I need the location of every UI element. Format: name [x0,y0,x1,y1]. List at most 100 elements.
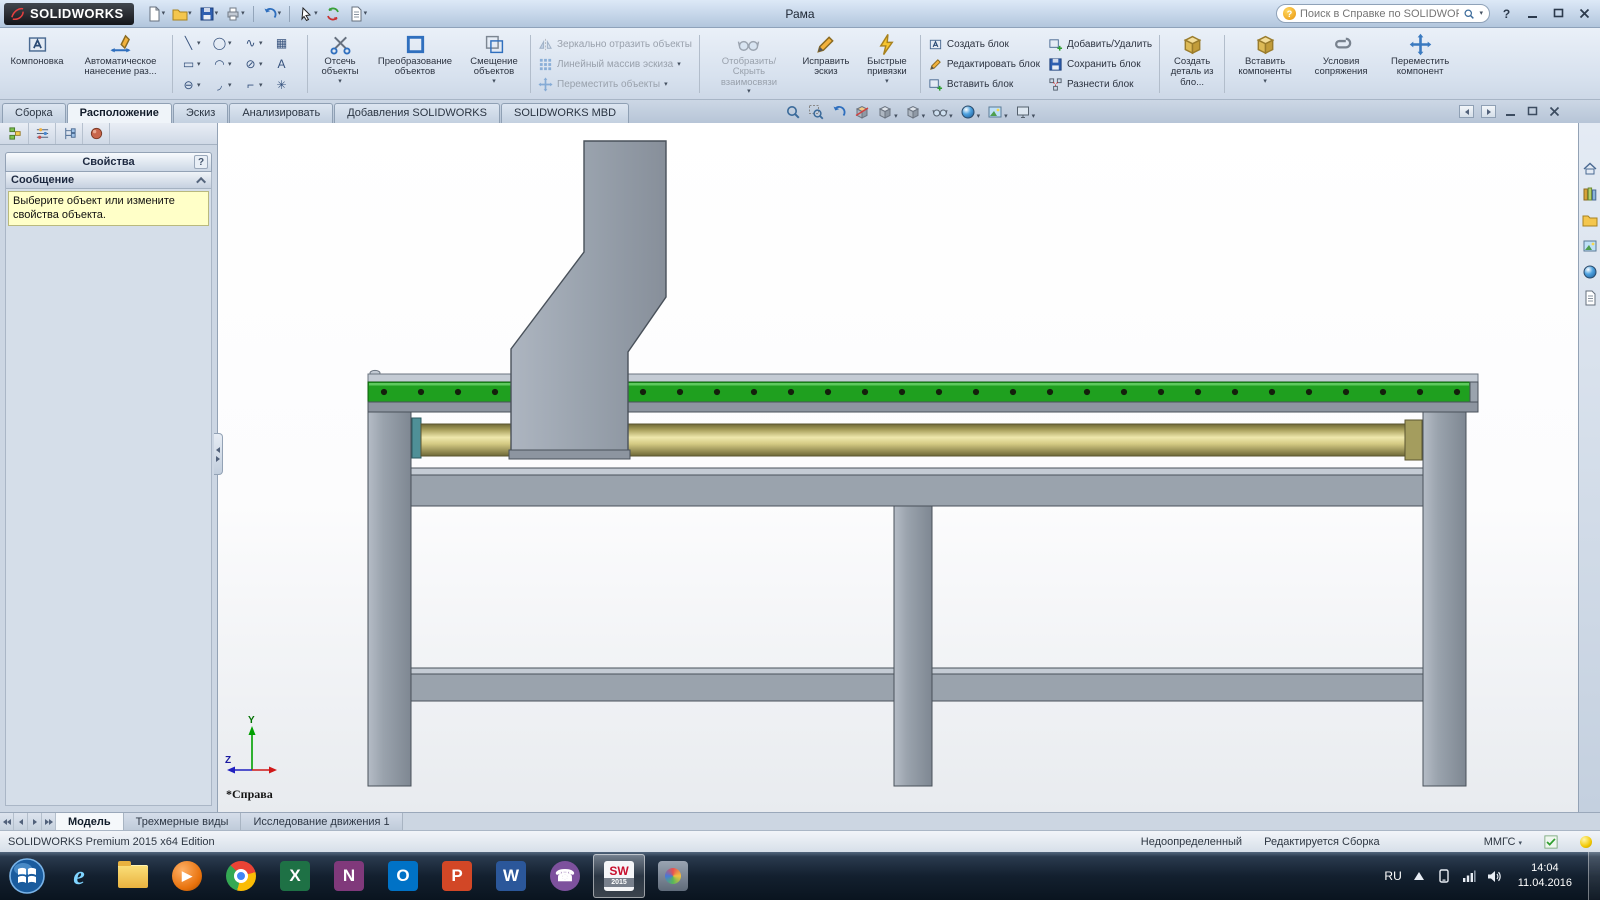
panel-splitter-handle[interactable] [214,433,223,475]
taskbar-paint[interactable] [647,854,699,898]
doc-close-button[interactable] [1547,105,1562,118]
save-block-button[interactable]: Сохранить блок [1044,55,1156,74]
help-button[interactable]: ? [1499,6,1514,21]
ellipse-tool[interactable]: ⊘ [240,54,271,75]
graphics-area[interactable]: Y Z *Справа [218,123,1578,812]
taskbar-powerpoint[interactable]: P [431,854,483,898]
file-properties-button[interactable] [346,5,370,23]
tray-phone-icon[interactable] [1437,869,1452,884]
linear-sketch-pattern-button[interactable]: Линейный массив эскиза [534,55,696,74]
tab-layout[interactable]: Расположение [66,103,172,123]
taskbar-clock[interactable]: 14:04 11.04.2016 [1518,861,1572,891]
model-tab[interactable]: Модель [56,813,124,830]
maximize-button[interactable] [1551,6,1566,21]
tabs-scroll-left-button[interactable] [14,813,28,830]
taskbar-word[interactable]: W [485,854,537,898]
units-selector[interactable]: ММГС [1484,836,1522,848]
trim-entities-button[interactable]: Отсечь объекты [311,30,369,98]
tab-assembly[interactable]: Сборка [2,103,66,123]
text-tool[interactable]: A [271,54,302,75]
slot-tool[interactable]: ⊖ [178,75,209,96]
circle-tool[interactable]: ◯ [209,33,240,54]
taskbar-media-player[interactable]: ▶ [161,854,213,898]
insert-components-button[interactable]: Вставить компоненты [1228,30,1302,98]
status-check-icon[interactable] [1544,834,1558,849]
volume-icon[interactable] [1487,869,1502,884]
3d-views-tab[interactable]: Трехмерные виды [123,813,242,830]
model-leg-left[interactable] [367,405,412,787]
doc-restore-button[interactable] [1525,105,1540,118]
network-icon[interactable] [1462,869,1477,884]
part-from-block-button[interactable]: Создать деталь из бло... [1163,30,1221,98]
featuremanager-tab[interactable] [2,123,29,144]
make-block-button[interactable]: Создать блок [924,35,1044,54]
message-section-header[interactable]: Сообщение [6,172,211,189]
mirror-entities-button[interactable]: Зеркально отразить объекты [534,35,696,54]
arc-tool[interactable]: ◠ [209,54,240,75]
view-palette-tab[interactable] [1581,237,1599,255]
doc-minimize-button[interactable] [1503,105,1518,118]
section-view-button[interactable] [854,104,870,120]
move-component-button[interactable]: Переместить компонент [1380,30,1460,98]
nav-back-button[interactable] [1459,105,1474,118]
taskbar-onenote[interactable]: N [323,854,375,898]
hidden-icons-button[interactable] [1412,869,1427,884]
autodimension-button[interactable]: Автоматическое нанесение раз... [72,30,169,98]
hide-show-items-button[interactable] [932,104,953,120]
close-button[interactable] [1577,6,1592,21]
minimize-button[interactable] [1525,6,1540,21]
convert-entities-button[interactable]: Преобразование объектов [369,30,461,98]
appearances-tab[interactable] [83,123,110,144]
propertymanager-tab[interactable] [29,123,56,144]
tab-solidworks-mbd[interactable]: SOLIDWORKS MBD [501,103,630,123]
point-tool[interactable]: ✳ [271,75,302,96]
file-explorer-tab[interactable] [1581,211,1599,229]
zoom-fit-button[interactable] [785,104,801,120]
repair-sketch-button[interactable]: Исправить эскиз [795,30,857,98]
tabs-scroll-first-button[interactable] [0,813,14,830]
spline-tool[interactable]: ∿ [240,33,271,54]
move-entities-button[interactable]: Переместить объекты [534,75,696,94]
print-button[interactable] [223,5,247,23]
nav-forward-button[interactable] [1481,105,1496,118]
tabs-scroll-right-button[interactable] [28,813,42,830]
tab-evaluate[interactable]: Анализировать [229,103,334,123]
taskbar-solidworks[interactable]: SW 2015 [593,854,645,898]
tab-solidworks-addins[interactable]: Добавления SOLIDWORKS [334,103,500,123]
previous-view-button[interactable] [831,104,847,120]
view-settings-button[interactable] [1015,104,1036,120]
configurationmanager-tab[interactable] [56,123,83,144]
model-column-base[interactable] [508,449,631,460]
fillet-tool[interactable]: ◞ [209,75,240,96]
line-tool[interactable]: ╲ [178,33,209,54]
layout-button[interactable]: Компоновка [2,30,72,98]
open-button[interactable] [170,5,194,23]
explode-block-button[interactable]: Разнести блок [1044,75,1156,94]
model-rail-end-cap[interactable] [1469,381,1479,403]
start-button[interactable] [2,853,52,899]
tabs-scroll-last-button[interactable] [42,813,56,830]
appearances-scenes-tab[interactable] [1581,263,1599,281]
offset-entities-button[interactable]: Смещение объектов [461,30,527,98]
display-style-button[interactable] [905,104,926,120]
search-input[interactable] [1300,7,1460,20]
rebuild-button[interactable] [323,5,343,23]
search-scope-caret[interactable] [1479,10,1483,17]
motion-study-tab[interactable]: Исследование движения 1 [241,813,403,830]
apply-scene-button[interactable] [987,104,1008,120]
tab-sketch[interactable]: Эскиз [172,103,229,123]
panel-help-button[interactable]: ? [194,155,208,169]
edit-appearance-button[interactable] [960,104,981,120]
taskbar-outlook[interactable]: O [377,854,429,898]
frame-model[interactable] [218,123,1578,812]
show-desktop-button[interactable] [1588,852,1600,900]
model-shaft-end-block[interactable] [1404,419,1423,461]
design-library-tab[interactable] [1581,185,1599,203]
custom-properties-tab[interactable] [1581,289,1599,307]
display-hide-relations-button[interactable]: Отобразить/Скрыть взаимосвязи [703,30,795,98]
insert-block-button[interactable]: Вставить блок [924,75,1044,94]
help-search-box[interactable]: ? [1276,4,1490,23]
save-button[interactable] [197,5,221,23]
model-leg-right[interactable] [1422,405,1467,787]
model-leg-middle[interactable] [893,505,933,787]
